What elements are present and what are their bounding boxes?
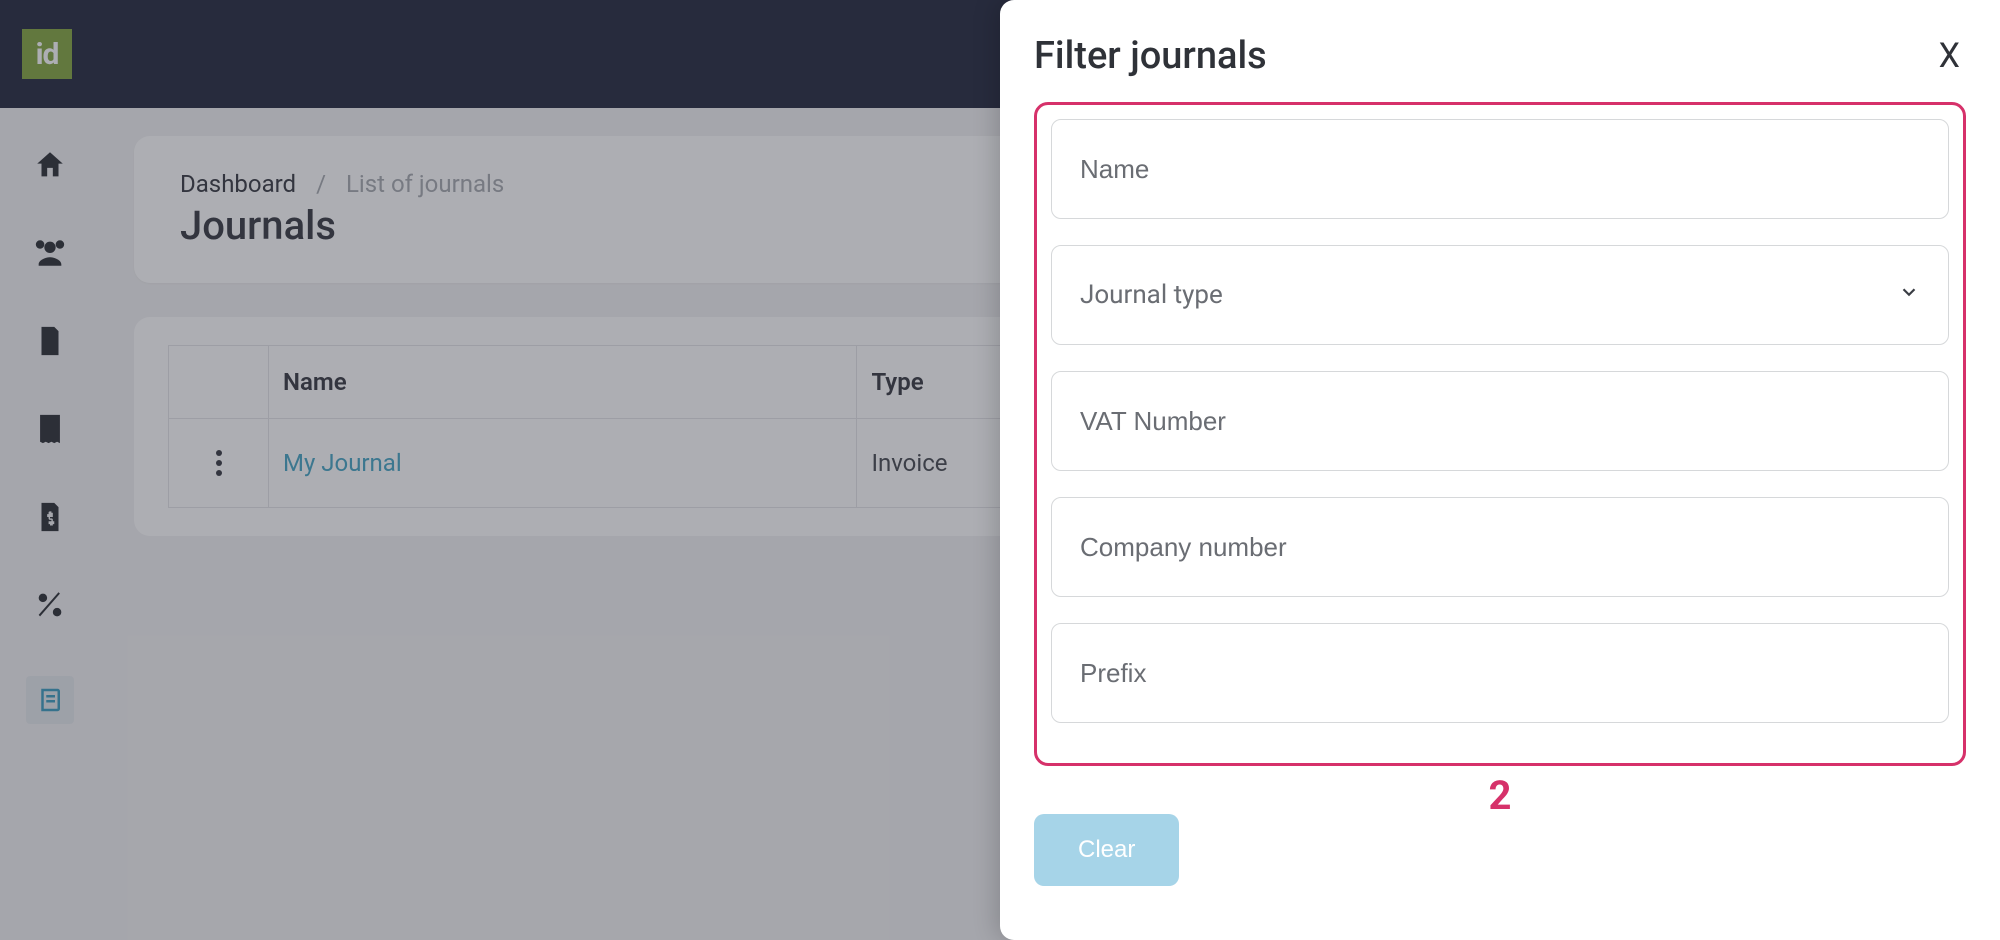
chevron-down-icon [1898, 280, 1920, 310]
annotation-number: 2 [1489, 772, 1512, 819]
company-field[interactable] [1051, 497, 1949, 597]
vat-field[interactable] [1051, 371, 1949, 471]
prefix-field[interactable] [1051, 623, 1949, 723]
company-input[interactable] [1080, 532, 1920, 563]
name-input[interactable] [1080, 154, 1920, 185]
close-icon[interactable]: X [1933, 37, 1966, 75]
journal-type-label: Journal type [1080, 280, 1898, 310]
drawer-title: Filter journals [1034, 34, 1267, 78]
filter-drawer: Filter journals X Journal type 2 Clear [1000, 0, 2000, 940]
name-field[interactable] [1051, 119, 1949, 219]
prefix-input[interactable] [1080, 658, 1920, 689]
drawer-header: Filter journals X [1034, 34, 1966, 78]
vat-input[interactable] [1080, 406, 1920, 437]
clear-button[interactable]: Clear [1034, 814, 1179, 886]
journal-type-select[interactable]: Journal type [1051, 245, 1949, 345]
annotation-highlight: Journal type 2 [1034, 102, 1966, 766]
